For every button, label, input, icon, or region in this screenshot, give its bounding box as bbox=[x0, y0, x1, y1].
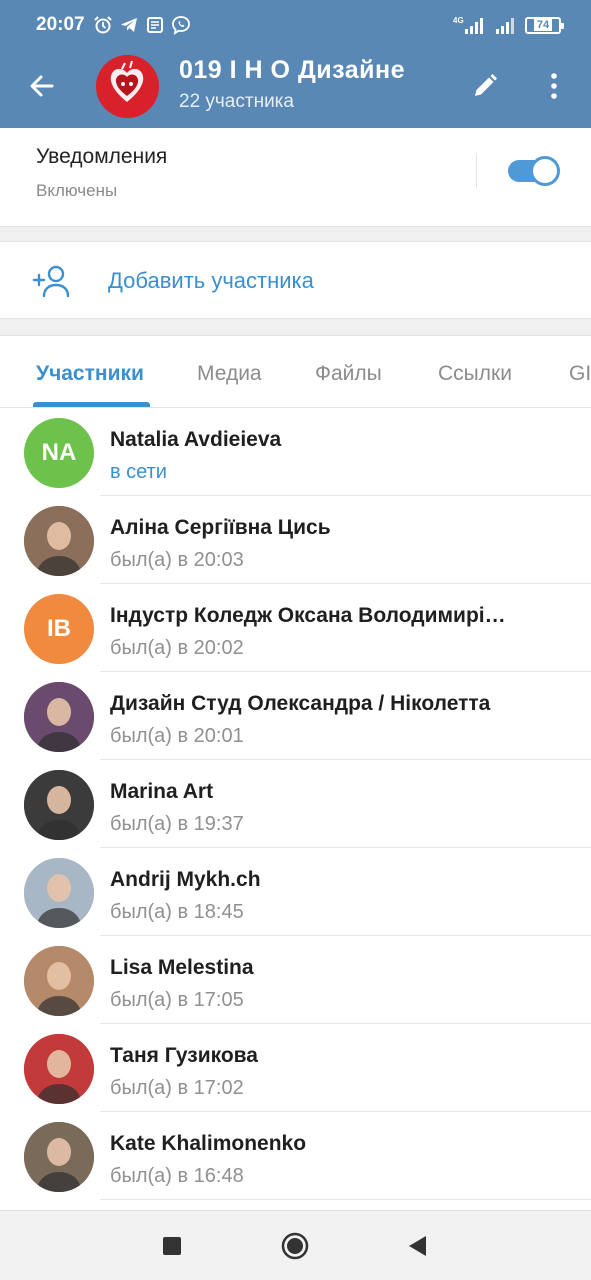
add-user-icon bbox=[32, 265, 70, 298]
member-row[interactable]: Lisa Melestina был(а) в 17:05 bbox=[0, 936, 591, 1024]
member-row[interactable]: Аліна Сергіївна Цись был(а) в 20:03 bbox=[0, 496, 591, 584]
shared-content-tabs: Участники Медиа Файлы Ссылки GI bbox=[0, 336, 591, 408]
member-avatar[interactable] bbox=[24, 770, 94, 840]
profile-photo bbox=[24, 770, 94, 840]
member-row[interactable]: NA Natalia Avdieieva в сети bbox=[0, 408, 591, 496]
member-avatar[interactable] bbox=[24, 506, 94, 576]
member-name: Індустр Коледж Оксана Володимирі… bbox=[110, 604, 506, 627]
add-member-row[interactable]: Добавить участника bbox=[0, 242, 591, 318]
viber-icon bbox=[172, 16, 190, 35]
profile-photo bbox=[24, 946, 94, 1016]
member-status: был(а) в 16:48 bbox=[110, 1165, 244, 1187]
signal-icon bbox=[496, 18, 514, 34]
tab-links[interactable]: Ссылки bbox=[438, 362, 512, 386]
chat-header: 019 І Н О Дизайне 22 участника bbox=[0, 44, 591, 128]
member-name: Lisa Melestina bbox=[110, 956, 254, 979]
member-name: Дизайн Студ Олександра / Ніколетта bbox=[110, 692, 491, 715]
notifications-title: Уведомления bbox=[36, 145, 168, 168]
member-row[interactable]: Kate Khalimonenko был(а) в 16:48 bbox=[0, 1112, 591, 1200]
member-status: был(а) в 20:03 bbox=[110, 549, 244, 571]
circle-icon bbox=[281, 1232, 309, 1260]
member-status: был(а) в 19:37 bbox=[110, 813, 244, 835]
heart-drawing-icon bbox=[96, 55, 159, 118]
member-avatar[interactable] bbox=[24, 946, 94, 1016]
system-nav-bar bbox=[0, 1210, 591, 1280]
member-row[interactable]: Andrij Mykh.ch был(а) в 18:45 bbox=[0, 848, 591, 936]
member-status: был(а) в 18:45 bbox=[110, 901, 244, 923]
member-avatar[interactable] bbox=[24, 682, 94, 752]
member-status: был(а) в 17:05 bbox=[110, 989, 244, 1011]
avatar-initials: ІВ bbox=[47, 615, 71, 642]
profile-photo bbox=[24, 1122, 94, 1192]
member-status: был(а) в 20:02 bbox=[110, 637, 244, 659]
notifications-state: Включены bbox=[36, 181, 118, 200]
member-name: Kate Khalimonenko bbox=[110, 1132, 307, 1155]
telegram-icon bbox=[121, 18, 137, 32]
member-name: Marina Art bbox=[110, 780, 214, 803]
arrow-left-icon bbox=[30, 75, 54, 97]
member-row[interactable]: Дизайн Студ Олександра / Ніколетта был(а)… bbox=[0, 672, 591, 760]
member-avatar[interactable]: NA bbox=[24, 418, 94, 488]
square-icon bbox=[163, 1237, 181, 1255]
more-vertical-icon bbox=[551, 73, 557, 99]
profile-photo bbox=[24, 682, 94, 752]
alarm-icon bbox=[94, 16, 112, 34]
profile-photo bbox=[24, 858, 94, 928]
member-avatar[interactable]: ІВ bbox=[24, 594, 94, 664]
tab-files[interactable]: Файлы bbox=[315, 362, 382, 386]
member-name: Natalia Avdieieva bbox=[110, 428, 282, 451]
divider bbox=[476, 154, 477, 188]
member-name: Andrij Mykh.ch bbox=[110, 868, 261, 891]
triangle-back-icon bbox=[409, 1236, 426, 1256]
member-avatar[interactable] bbox=[24, 858, 94, 928]
section-divider bbox=[0, 226, 591, 242]
avatar-initials: NA bbox=[41, 439, 77, 466]
member-status: был(а) в 17:02 bbox=[110, 1077, 244, 1099]
add-member-label: Добавить участника bbox=[108, 268, 314, 293]
profile-photo bbox=[24, 1034, 94, 1104]
member-status: в сети bbox=[110, 461, 167, 483]
recent-apps-button[interactable] bbox=[155, 1229, 189, 1263]
member-name: Таня Гузикова bbox=[110, 1044, 258, 1067]
section-divider bbox=[0, 318, 591, 336]
group-avatar[interactable] bbox=[96, 55, 159, 118]
active-tab-indicator bbox=[33, 402, 150, 407]
notifications-toggle[interactable] bbox=[508, 156, 560, 186]
more-options-button[interactable] bbox=[536, 66, 572, 106]
profile-photo bbox=[24, 506, 94, 576]
member-avatar[interactable] bbox=[24, 1122, 94, 1192]
member-count: 22 участника bbox=[179, 91, 294, 112]
status-notification-icons bbox=[93, 14, 191, 36]
status-bar: 20:07 4G 74 bbox=[0, 0, 591, 44]
status-time: 20:07 bbox=[36, 14, 85, 35]
tab-gif[interactable]: GI bbox=[569, 362, 591, 386]
back-nav-button[interactable] bbox=[400, 1229, 434, 1263]
member-avatar[interactable] bbox=[24, 1034, 94, 1104]
member-status: был(а) в 20:01 bbox=[110, 725, 244, 747]
row-divider bbox=[100, 1199, 591, 1200]
news-icon bbox=[147, 17, 163, 33]
member-row[interactable]: Marina Art был(а) в 19:37 bbox=[0, 760, 591, 848]
toggle-knob bbox=[530, 156, 560, 186]
member-row[interactable]: ІВ Індустр Коледж Оксана Володимирі… был(а… bbox=[0, 584, 591, 672]
member-name: Аліна Сергіївна Цись bbox=[110, 516, 331, 539]
tab-media[interactable]: Медиа bbox=[197, 362, 262, 386]
status-system-icons: 4G 74 bbox=[453, 14, 564, 36]
svg-text:4G: 4G bbox=[453, 16, 464, 25]
notifications-row[interactable]: Уведомления Включены bbox=[0, 128, 591, 226]
edit-button[interactable] bbox=[465, 66, 505, 106]
chat-title-container[interactable]: 019 І Н О Дизайне bbox=[179, 56, 445, 85]
member-row[interactable]: Таня Гузикова был(а) в 17:02 bbox=[0, 1024, 591, 1112]
pencil-icon bbox=[475, 74, 497, 96]
tab-members[interactable]: Участники bbox=[36, 362, 144, 386]
chat-title: 019 І Н О Дизайне bbox=[179, 56, 405, 84]
signal-4g-icon: 4G bbox=[453, 16, 483, 34]
home-button[interactable] bbox=[278, 1229, 312, 1263]
battery-icon: 74 bbox=[525, 16, 564, 34]
back-button[interactable] bbox=[22, 66, 62, 106]
